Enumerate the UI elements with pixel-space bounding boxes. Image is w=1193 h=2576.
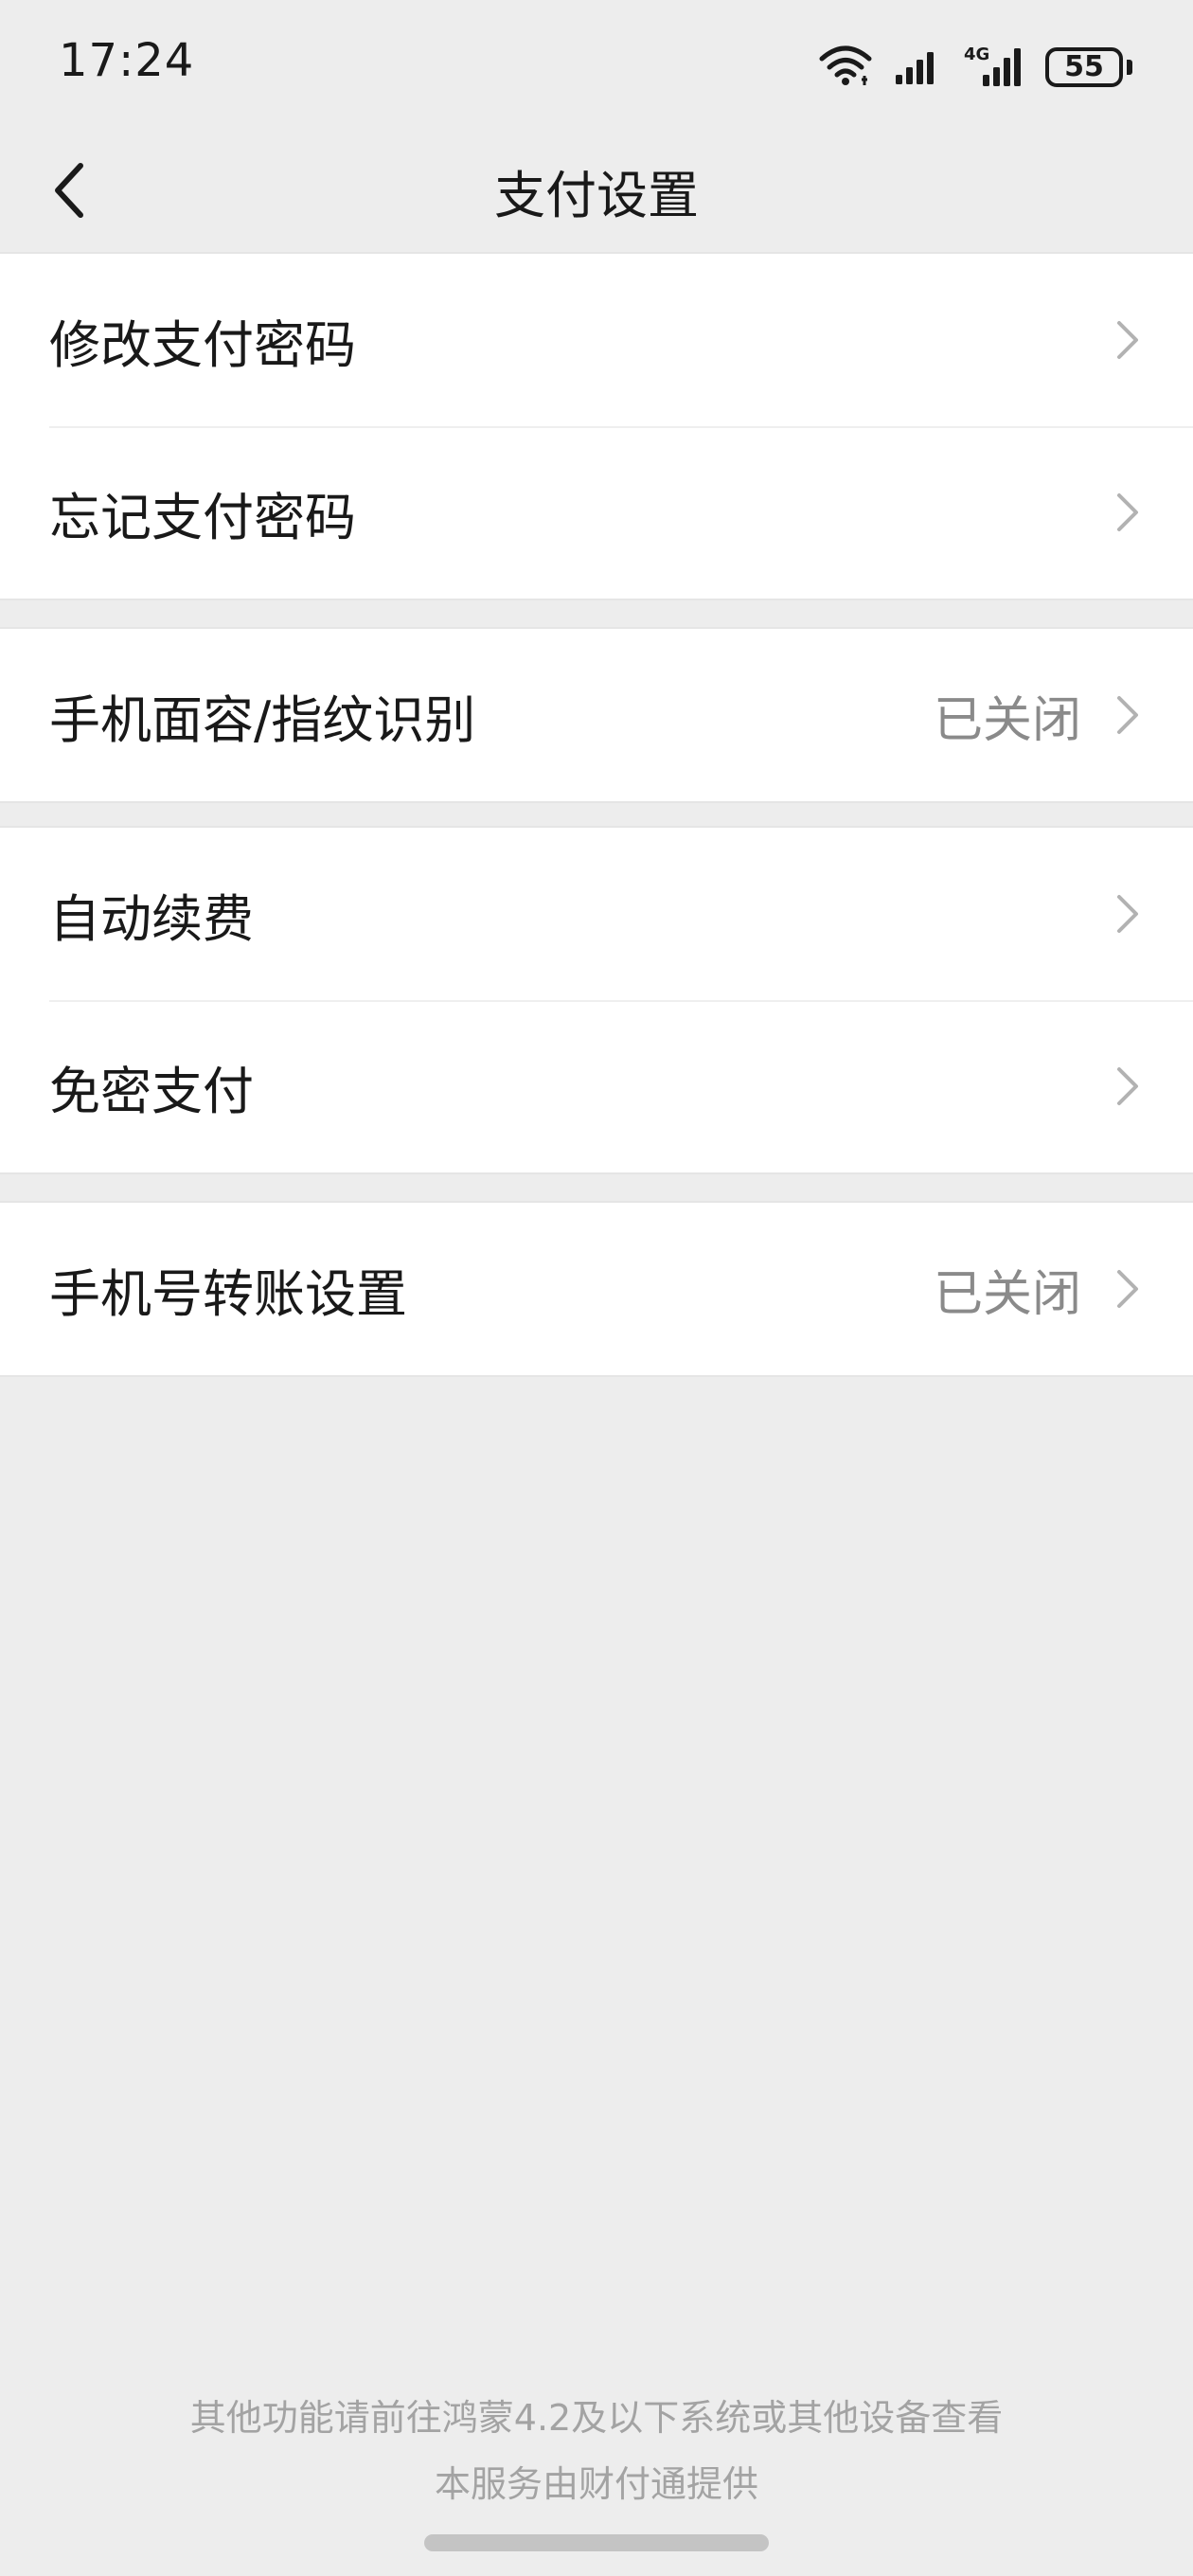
signal-icon — [894, 45, 943, 90]
settings-group-phone-transfer: 手机号转账设置 已关闭 — [0, 1201, 1193, 1377]
list-item-label: 手机面容/指纹识别 — [49, 689, 476, 750]
status-value: 已关闭 — [933, 1265, 1081, 1323]
settings-group-password: 修改支付密码 忘记支付密码 — [0, 252, 1193, 600]
settings-group-auto-pay: 自动续费 免密支付 — [0, 826, 1193, 1174]
list-item-label: 修改支付密码 — [49, 314, 356, 375]
chevron-right-icon — [1112, 1064, 1144, 1109]
list-item-label: 免密支付 — [49, 1061, 254, 1121]
list-item-label: 手机号转账设置 — [49, 1263, 407, 1324]
password-free-payment-item[interactable]: 免密支付 — [0, 1000, 1193, 1172]
signal-4g-icon: 4G — [964, 43, 1024, 92]
change-payment-password-item[interactable]: 修改支付密码 — [0, 254, 1193, 426]
settings-group-biometrics: 手机面容/指纹识别 已关闭 — [0, 627, 1193, 803]
auto-renewal-item[interactable]: 自动续费 — [0, 828, 1193, 1000]
phone-number-transfer-settings-item[interactable]: 手机号转账设置 已关闭 — [0, 1203, 1193, 1375]
status-time: 17:24 — [59, 34, 195, 87]
chevron-right-icon — [1112, 891, 1144, 937]
nav-bar: 支付设置 — [0, 133, 1193, 252]
battery-level-text: 55 — [1060, 53, 1108, 81]
network-type-label: 4G — [964, 45, 989, 64]
footer-notice: 其他功能请前往鸿蒙4.2及以下系统或其他设备查看 — [189, 2397, 1004, 2439]
home-indicator[interactable] — [424, 2534, 769, 2551]
battery-icon: 55 — [1045, 47, 1132, 87]
chevron-right-icon — [1112, 692, 1144, 738]
status-icons: 4G 55 — [818, 42, 1132, 93]
page-title: 支付设置 — [494, 166, 699, 225]
chevron-right-icon — [1112, 1266, 1144, 1312]
footer-provider: 本服务由财付通提供 — [434, 2463, 758, 2505]
wifi-icon — [818, 44, 873, 91]
face-fingerprint-recognition-item[interactable]: 手机面容/指纹识别 已关闭 — [0, 629, 1193, 801]
status-bar: 17:24 4G 55 — [0, 0, 1193, 133]
status-value: 已关闭 — [933, 691, 1081, 749]
list-item-label: 忘记支付密码 — [49, 487, 356, 547]
list-item-label: 自动续费 — [49, 888, 254, 949]
chevron-right-icon — [1112, 317, 1144, 363]
chevron-right-icon — [1112, 490, 1144, 535]
forgot-payment-password-item[interactable]: 忘记支付密码 — [0, 426, 1193, 599]
